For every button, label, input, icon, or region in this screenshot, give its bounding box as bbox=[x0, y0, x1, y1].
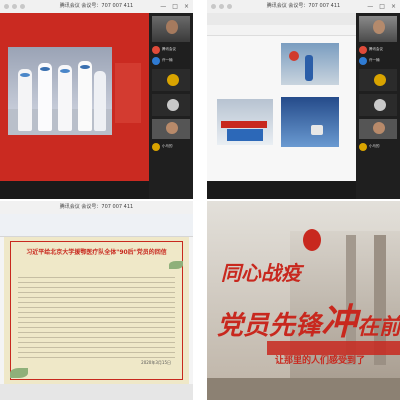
participant-video[interactable] bbox=[359, 119, 397, 139]
headline-part: 党员先锋 bbox=[217, 311, 322, 341]
goggles bbox=[60, 69, 70, 73]
headline-line1: 同心战疫 bbox=[221, 261, 301, 285]
headline-emphasis: 冲 bbox=[321, 301, 358, 343]
goggles bbox=[40, 67, 50, 71]
person-suit bbox=[18, 69, 32, 131]
slide-photo bbox=[281, 43, 339, 85]
video-subtitle: 让那里的人们感受到了 bbox=[275, 356, 366, 366]
participant-avatar-tile[interactable] bbox=[152, 69, 190, 91]
meeting-toolbar[interactable] bbox=[207, 181, 356, 199]
doc-toolbar bbox=[0, 214, 193, 237]
ppt-ribbon bbox=[207, 25, 356, 36]
participant-video[interactable] bbox=[152, 16, 190, 42]
red-lantern bbox=[303, 229, 321, 251]
participant-name: 许一楠 bbox=[162, 58, 173, 62]
slide-photo bbox=[8, 47, 112, 135]
participant-row[interactable]: 许一楠 bbox=[356, 55, 400, 66]
participant-row[interactable]: 小马的 bbox=[356, 141, 400, 152]
participant-name: 许一楠 bbox=[369, 58, 380, 62]
person-suit bbox=[58, 65, 72, 131]
shared-screen bbox=[207, 13, 356, 181]
participant-avatar-tile[interactable] bbox=[359, 69, 397, 91]
person-suit bbox=[38, 63, 52, 131]
participant-name: 小马的 bbox=[162, 144, 173, 148]
ground bbox=[207, 378, 400, 400]
avatar-icon bbox=[374, 99, 386, 111]
avatar bbox=[359, 56, 367, 65]
doc-date: 2020年3月15日 bbox=[141, 360, 171, 365]
participant-face bbox=[166, 122, 178, 134]
participant-video[interactable] bbox=[359, 16, 397, 42]
participant-face bbox=[166, 20, 178, 34]
participant-row[interactable]: 腾讯会议 bbox=[356, 44, 400, 55]
window-controls[interactable]: — □ × bbox=[160, 0, 189, 13]
participant-name: 小马的 bbox=[369, 144, 380, 148]
participant-avatar-tile[interactable] bbox=[359, 94, 397, 116]
maximize-button[interactable]: □ bbox=[379, 3, 385, 10]
headline-part: 在前 bbox=[357, 314, 400, 340]
meeting-window-1: 腾讯会议 会议号：707 007 411 — □ × 腾讯会议 许一楠 小马的 bbox=[0, 0, 193, 199]
meeting-title: 腾讯会议 会议号：707 007 411 bbox=[0, 201, 193, 214]
avatar bbox=[359, 142, 367, 151]
window-status-dots bbox=[4, 4, 25, 9]
doc-body bbox=[18, 273, 175, 361]
participant-name: 腾讯会议 bbox=[369, 47, 383, 51]
participant-sidebar: 腾讯会议 许一楠 小马的 bbox=[149, 13, 193, 199]
minimize-button[interactable]: — bbox=[160, 3, 166, 10]
shared-document: 习近平给北京大学援鄂医疗队全体"90后"党员的回信 2020年3月15日 bbox=[4, 237, 189, 384]
participant-avatar-tile[interactable] bbox=[152, 94, 190, 116]
avatar-icon bbox=[167, 74, 179, 86]
slide-graphic bbox=[115, 63, 141, 123]
participant-face bbox=[373, 20, 385, 34]
doc-title: 习近平给北京大学援鄂医疗队全体"90后"党员的回信 bbox=[26, 249, 167, 256]
meeting-window-2: 腾讯会议 会议号：707 007 411 — □ × 腾讯会议 许一楠 小马的 bbox=[207, 0, 400, 199]
video-frame: 同心战疫 党员先锋冲在前 让那里的人们感受到了 bbox=[207, 201, 400, 400]
participant-sidebar: 腾讯会议 许一楠 小马的 bbox=[356, 13, 400, 199]
window-status-dots bbox=[211, 4, 232, 9]
avatar bbox=[152, 45, 160, 54]
close-button[interactable]: × bbox=[391, 3, 396, 10]
goggles bbox=[20, 73, 30, 77]
minimize-button[interactable]: — bbox=[367, 3, 373, 10]
participant-face bbox=[373, 122, 385, 134]
close-button[interactable]: × bbox=[184, 3, 189, 10]
person-suit bbox=[78, 61, 92, 131]
shared-screen bbox=[0, 13, 149, 181]
participant-video[interactable] bbox=[152, 119, 190, 139]
avatar bbox=[152, 56, 160, 65]
participant-row[interactable]: 小马的 bbox=[149, 141, 193, 152]
meeting-toolbar[interactable] bbox=[0, 181, 149, 199]
headline-line2: 党员先锋冲在前 bbox=[217, 293, 400, 345]
slide-photo bbox=[281, 97, 339, 147]
slide-photo bbox=[217, 99, 273, 145]
maximize-button[interactable]: □ bbox=[172, 3, 178, 10]
banner bbox=[221, 121, 267, 128]
avatar-icon bbox=[374, 74, 386, 86]
participant-row[interactable]: 腾讯会议 bbox=[149, 44, 193, 55]
meeting-window-3: 腾讯会议 会议号：707 007 411 习近平给北京大学援鄂医疗队全体"90后… bbox=[0, 201, 193, 400]
person-figure bbox=[305, 55, 313, 81]
avatar bbox=[359, 45, 367, 54]
leaf-decoration bbox=[10, 368, 28, 378]
avatar-icon bbox=[167, 99, 179, 111]
goggles bbox=[80, 65, 90, 69]
emblem bbox=[289, 51, 299, 61]
participant-name: 腾讯会议 bbox=[162, 47, 176, 51]
participant-row[interactable]: 许一楠 bbox=[149, 55, 193, 66]
badge bbox=[311, 125, 323, 135]
tent bbox=[227, 129, 263, 141]
window-controls[interactable]: — □ × bbox=[367, 0, 396, 13]
person-suit bbox=[94, 71, 106, 131]
meeting-toolbar[interactable] bbox=[0, 384, 193, 400]
leaf-decoration bbox=[169, 261, 183, 269]
avatar bbox=[152, 142, 160, 151]
